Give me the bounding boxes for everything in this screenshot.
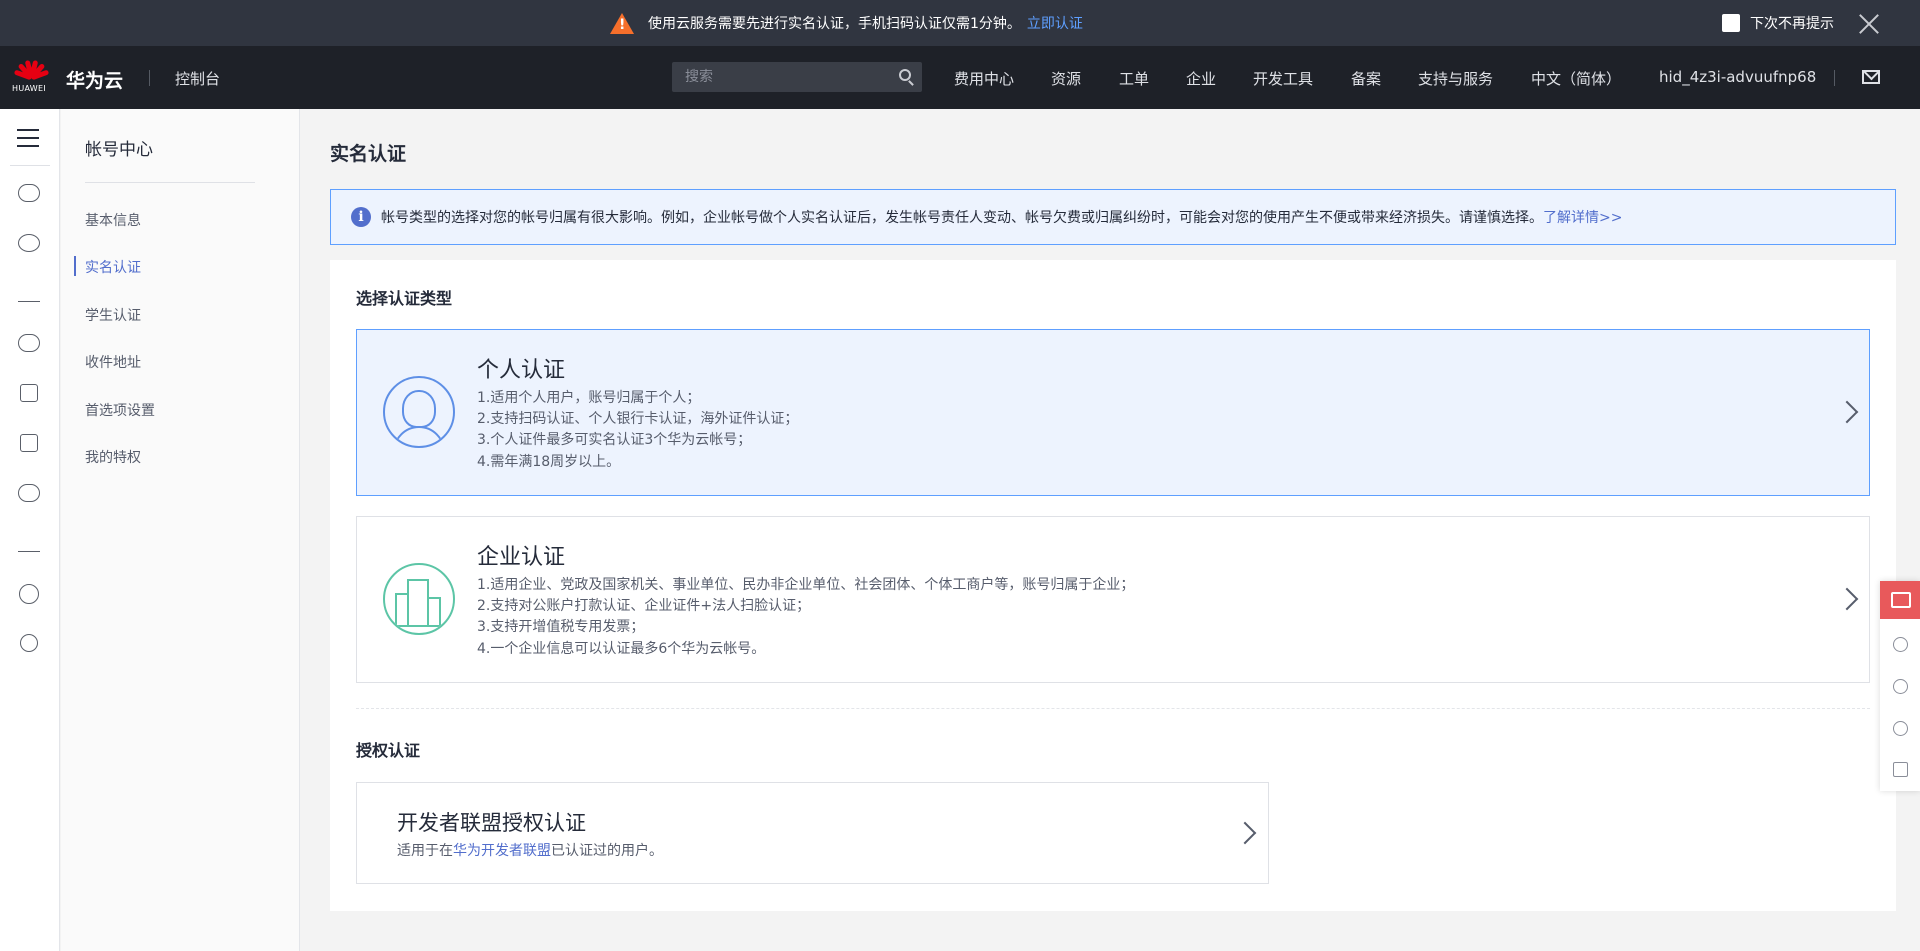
enterprise-desc-1: 1.适用企业、党政及国家机关、事业单位、民办非企业单位、社会团体、个体工商户等，… [477, 577, 1135, 593]
section-title-authorized: 授权认证 [356, 741, 421, 760]
personal-desc-3: 3.个人证件最多可实名认证3个华为云帐号； [477, 432, 752, 448]
verify-now-link[interactable]: 立即认证 [1027, 13, 1083, 33]
cluster-icon[interactable] [18, 234, 40, 252]
nav-resources[interactable]: 资源 [1051, 68, 1081, 89]
cloud-server-icon[interactable] [18, 184, 40, 202]
active-indicator [74, 256, 76, 276]
section-title-type: 选择认证类型 [356, 289, 453, 308]
learn-more-link[interactable]: 了解详情>> [1543, 207, 1622, 227]
smile-icon[interactable] [1893, 637, 1908, 652]
cdn-icon[interactable] [18, 334, 40, 352]
user-account[interactable]: hid_4z3i-advuufnp68 [1659, 68, 1816, 86]
info-text: 帐号类型的选择对您的帐号归属有很大影响。例如，企业帐号做个人实名认证后，发生帐号… [381, 210, 1543, 226]
notice-message: 使用云服务需要先进行实名认证，手机扫码认证仅需1分钟。 [648, 16, 1021, 32]
personal-verification-card[interactable]: 个人认证 1.适用个人用户，账号归属于个人； 2.支持扫码认证、个人银行卡认证，… [356, 329, 1870, 496]
nav-support[interactable]: 支持与服务 [1418, 68, 1493, 89]
account-sidebar: 帐号中心 基本信息 实名认证 学生认证 收件地址 首选项设置 我的特权 [61, 109, 300, 951]
storage-icon[interactable] [20, 384, 38, 402]
developer-alliance-card[interactable]: 开发者联盟授权认证 适用于在华为开发者联盟已认证过的用户。 [356, 782, 1269, 884]
floating-toolbar [1880, 581, 1920, 791]
nav-billing-center[interactable]: 费用中心 [954, 68, 1014, 89]
info-banner: i 帐号类型的选择对您的帐号归属有很大影响。例如，企业帐号做个人实名认证后，发生… [330, 189, 1896, 245]
nav-icp-filing[interactable]: 备案 [1351, 68, 1381, 89]
section-divider [356, 708, 1870, 709]
sidebar-item-preferences[interactable]: 首选项设置 [85, 400, 155, 420]
service-rail [0, 109, 60, 951]
developer-alliance-link[interactable]: 华为开发者联盟 [453, 843, 551, 859]
cloud-icon[interactable] [18, 484, 40, 502]
chevron-right-icon[interactable] [1835, 400, 1859, 424]
close-icon[interactable] [1858, 13, 1880, 35]
developer-title: 开发者联盟授权认证 [397, 811, 586, 835]
survey-icon[interactable] [1893, 762, 1908, 777]
sidebar-title: 帐号中心 [85, 140, 153, 160]
globe-icon[interactable] [19, 584, 39, 604]
logo-petals-icon [13, 58, 50, 81]
header-divider [149, 70, 150, 86]
nav-enterprise[interactable]: 企业 [1186, 68, 1216, 89]
enterprise-desc-4: 4.一个企业信息可以认证最多6个华为云帐号。 [477, 641, 766, 657]
deploy-icon[interactable] [18, 534, 40, 552]
header-divider [1834, 70, 1835, 86]
nav-language[interactable]: 中文（简体） [1531, 68, 1621, 89]
chevron-right-icon[interactable] [1835, 587, 1859, 611]
nav-dev-tools[interactable]: 开发工具 [1253, 68, 1313, 89]
logo-text: HUAWEI [12, 84, 47, 93]
sidebar-item-student[interactable]: 学生认证 [85, 305, 141, 325]
person-icon [383, 376, 455, 448]
sidebar-item-real-name[interactable]: 实名认证 [85, 257, 141, 277]
enterprise-verification-card[interactable]: 企业认证 1.适用企业、党政及国家机关、事业单位、民办非企业单位、社会团体、个体… [356, 516, 1870, 683]
dont-show-again[interactable]: 下次不再提示 [1722, 0, 1834, 46]
personal-title: 个人认证 [477, 358, 566, 383]
mail-icon[interactable] [1862, 70, 1880, 84]
personal-desc-1: 1.适用个人用户，账号归属于个人； [477, 390, 701, 406]
rail-divider [10, 165, 50, 166]
developer-desc: 适用于在华为开发者联盟已认证过的用户。 [397, 843, 663, 859]
dont-show-label[interactable]: 下次不再提示 [1750, 13, 1834, 33]
enterprise-desc-3: 3.支持开增值税专用发票； [477, 619, 645, 635]
notice-bar: 使用云服务需要先进行实名认证，手机扫码认证仅需1分钟。 立即认证 下次不再提示 [0, 0, 1920, 46]
search-box[interactable] [672, 62, 922, 92]
personal-desc-2: 2.支持扫码认证、个人银行卡认证，海外证件认证； [477, 411, 799, 427]
huawei-logo[interactable]: HUAWEI [12, 58, 50, 98]
wave-icon[interactable] [18, 284, 40, 302]
main-content: 实名认证 i 帐号类型的选择对您的帐号归属有很大影响。例如，企业帐号做个人实名认… [300, 109, 1920, 951]
ip-icon[interactable] [20, 634, 38, 652]
building-icon [383, 563, 455, 635]
enterprise-desc-2: 2.支持对公账户打款认证、企业证件+法人扫脸认证； [477, 598, 811, 614]
database-icon[interactable] [20, 434, 38, 452]
brand-name[interactable]: 华为云 [66, 66, 123, 93]
menu-icon[interactable] [17, 129, 39, 147]
top-header: HUAWEI 华为云 控制台 费用中心 资源 工单 企业 开发工具 备案 支持与… [0, 46, 1920, 109]
enterprise-title: 企业认证 [477, 545, 566, 570]
info-icon: i [351, 207, 371, 227]
chevron-right-icon[interactable] [1233, 821, 1257, 845]
sidebar-divider [85, 182, 255, 183]
notice-content: 使用云服务需要先进行实名认证，手机扫码认证仅需1分钟。 立即认证 [610, 0, 1083, 46]
verification-panel: 选择认证类型 个人认证 1.适用个人用户，账号归属于个人； 2.支持扫码认证、个… [330, 260, 1896, 911]
sidebar-item-privileges[interactable]: 我的特权 [85, 447, 141, 467]
warning-icon [610, 12, 634, 34]
personal-desc-4: 4.需年满18周岁以上。 [477, 454, 621, 470]
dont-show-checkbox[interactable] [1722, 14, 1740, 32]
search-input[interactable] [672, 62, 887, 92]
feedback-icon[interactable] [1880, 581, 1920, 619]
help-icon[interactable] [1893, 721, 1908, 736]
sidebar-item-address[interactable]: 收件地址 [85, 352, 141, 372]
page-title: 实名认证 [330, 143, 407, 165]
customer-service-icon[interactable] [1893, 679, 1908, 694]
search-icon[interactable] [899, 69, 911, 81]
console-link[interactable]: 控制台 [175, 68, 220, 89]
sidebar-item-basic-info[interactable]: 基本信息 [85, 210, 141, 230]
nav-tickets[interactable]: 工单 [1119, 68, 1149, 89]
